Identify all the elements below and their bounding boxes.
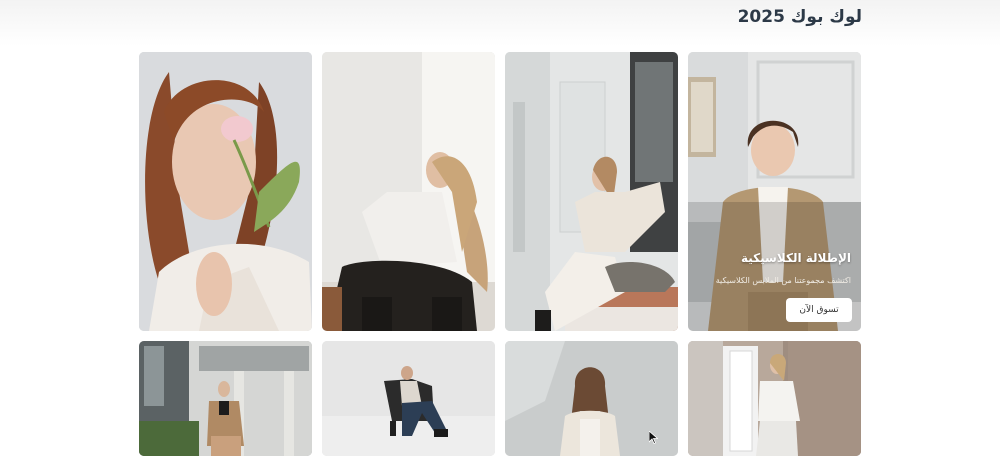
lookbook-photo-2[interactable]: [322, 52, 495, 331]
featured-title: الإطلالة الكلاسيكية: [741, 251, 851, 265]
photo-tulip-woman: [139, 52, 312, 331]
photo-chair-woman: [322, 52, 495, 331]
lookbook-photo-8[interactable]: [688, 341, 861, 456]
lookbook-photo-4-featured[interactable]: الإطلالة الكلاسيكية اكتشف مجموعتنا من ال…: [688, 52, 861, 331]
lookbook-photo-3[interactable]: [505, 52, 678, 331]
shop-now-button[interactable]: تسوق الآن: [786, 298, 852, 322]
photo-window-white-outfit-woman: [688, 341, 861, 456]
lookbook-photo-1[interactable]: [139, 52, 312, 331]
mouse-cursor-icon: [649, 431, 658, 444]
lookbook-photo-5[interactable]: [139, 341, 312, 456]
lookbook-photo-6[interactable]: [322, 341, 495, 456]
photo-studio-chair-woman: [322, 341, 495, 456]
photo-blazer-woman: [688, 52, 861, 331]
featured-subtitle: اكتشف مجموعتنا من الملابس الكلاسيكية: [715, 276, 851, 285]
photo-building-woman: [139, 341, 312, 456]
photo-window-woman: [505, 52, 678, 331]
page-title: لوك بوك 2025: [737, 7, 862, 27]
